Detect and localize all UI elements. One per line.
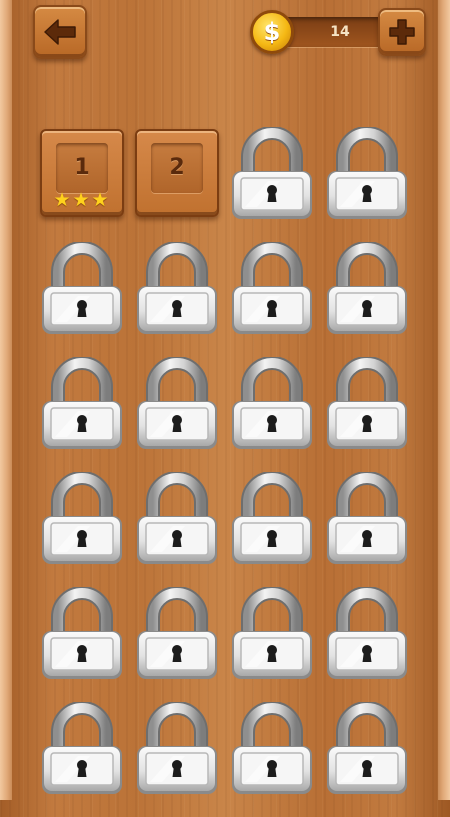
level-button[interactable]: 1 ★★★ — [40, 129, 124, 217]
level-number: 2 — [169, 155, 185, 180]
locked-level[interactable] — [323, 126, 411, 242]
padlock-icon — [228, 356, 316, 457]
padlock-icon — [38, 586, 126, 687]
locked-level[interactable] — [133, 471, 221, 587]
add-coins-button[interactable] — [378, 8, 426, 56]
level-tile-2[interactable]: 2 — [133, 127, 221, 242]
padlock-icon — [133, 586, 221, 687]
star-rating: ★★★ — [53, 189, 111, 211]
locked-level[interactable] — [323, 241, 411, 357]
coin-symbol: $ — [263, 18, 281, 46]
padlock-icon — [228, 126, 316, 227]
locked-level[interactable] — [323, 471, 411, 587]
locked-level[interactable] — [228, 126, 316, 242]
padlock-icon — [228, 241, 316, 342]
level-grid: 1 ★★★ 2 — [38, 126, 414, 817]
locked-level[interactable] — [133, 586, 221, 702]
right-frame-rail — [438, 0, 450, 800]
locked-level[interactable] — [38, 241, 126, 357]
locked-level[interactable] — [323, 586, 411, 702]
padlock-icon — [323, 241, 411, 342]
padlock-icon — [228, 701, 316, 802]
locked-level[interactable] — [38, 356, 126, 472]
coin-counter: 14 $ — [250, 8, 426, 56]
level-number: 1 — [74, 155, 90, 180]
level-tile-1[interactable]: 1 ★★★ — [38, 127, 126, 242]
locked-level[interactable] — [38, 586, 126, 702]
level-button[interactable]: 2 — [135, 129, 219, 217]
locked-level[interactable] — [133, 241, 221, 357]
locked-level[interactable] — [228, 241, 316, 357]
locked-level[interactable] — [228, 471, 316, 587]
locked-level[interactable] — [38, 471, 126, 587]
back-button[interactable] — [33, 5, 87, 59]
locked-level[interactable] — [228, 586, 316, 702]
arrow-left-icon — [44, 19, 76, 45]
padlock-icon — [38, 471, 126, 572]
padlock-icon — [133, 701, 221, 802]
padlock-icon — [38, 241, 126, 342]
padlock-icon — [228, 471, 316, 572]
locked-level[interactable] — [228, 356, 316, 472]
padlock-icon — [38, 701, 126, 802]
padlock-icon — [228, 586, 316, 687]
padlock-icon — [323, 586, 411, 687]
padlock-icon — [133, 356, 221, 457]
locked-level[interactable] — [323, 356, 411, 472]
locked-level[interactable] — [133, 356, 221, 472]
left-frame-rail — [0, 0, 12, 800]
padlock-icon — [323, 356, 411, 457]
padlock-icon — [323, 471, 411, 572]
padlock-icon — [323, 701, 411, 802]
plus-icon — [389, 19, 415, 45]
padlock-icon — [133, 471, 221, 572]
padlock-icon — [323, 126, 411, 227]
padlock-icon — [38, 356, 126, 457]
coin-count: 14 — [330, 24, 350, 40]
coin-icon: $ — [250, 10, 294, 54]
padlock-icon — [133, 241, 221, 342]
